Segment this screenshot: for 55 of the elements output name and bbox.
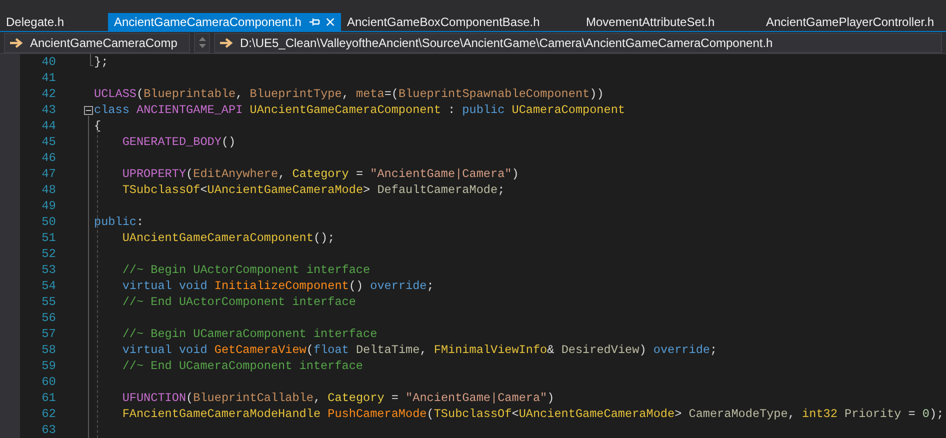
line-number: 61 [42,391,56,405]
collapse-icon[interactable] [84,106,93,115]
line-number: 52 [42,247,56,261]
code-line: public: [94,214,144,230]
code-line: virtual void GetCameraView(float DeltaTime, FMinimalViewInfo& DesiredView) override; [121,342,718,358]
line-number: 62 [42,407,56,421]
line-number: 41 [42,71,56,85]
code-line: UAncientGameCameraComponent(); [121,230,335,246]
code-line: UPROPERTY(EditAnywhere, Category = "AncientGame|Camera") [121,166,519,182]
line-number: 47 [42,167,56,181]
code-line: //~ End UCameraComponent interface [121,358,364,374]
pin-icon[interactable] [309,16,320,27]
line-number: 44 [42,119,56,133]
file-path-dropdown[interactable]: D:\UE5_Clean\ValleyoftheAncient\Source\AncientGame\Camera\AncientGameCameraComponent.h [214,32,942,53]
line-number: 56 [42,311,56,325]
arrow-right-icon [9,38,23,48]
file-tab[interactable]: MovementAttributeSet.h [580,12,760,31]
code-line: class ANCIENTGAME_API UAncientGameCameraComponent : public UCameraComponent [94,102,626,118]
line-number: 45 [42,135,56,149]
file-tab[interactable]: AncientGameCameraComponent.h [108,12,341,31]
line-number: 59 [42,359,56,373]
code-line: //~ Begin UActorComponent interface [121,262,370,278]
code-line: }; [94,54,108,70]
line-number: 51 [42,231,56,245]
line-number: 57 [42,327,56,341]
line-number: 40 [42,55,56,69]
code-line: GENERATED_BODY() [121,134,236,150]
line-number: 54 [42,279,56,293]
close-icon[interactable] [326,16,335,27]
line-number: 58 [42,343,56,357]
up-down-spinner[interactable] [194,32,210,53]
code-line: //~ Begin UCameraComponent interface [121,326,378,342]
file-tab[interactable]: AncientGamePlayerController.h [760,12,946,31]
code-line: FAncientGameCameraModeHandle PushCameraMode(TSubclassOf<UAncientGameCameraMode> CameraModeType, int32 Priority = 0); [121,406,944,422]
arrow-right-icon [219,38,233,48]
up-caret-icon [198,37,206,42]
line-number: 53 [42,263,56,277]
line-number: 60 [42,375,56,389]
down-caret-icon [198,44,206,48]
line-number: 55 [42,295,56,309]
line-number: 46 [42,151,56,165]
file-tab[interactable]: Delegate.h [0,12,108,31]
code-line: UCLASS(Blueprintable, BlueprintType, meta=(BlueprintSpawnableComponent)) [94,86,604,102]
line-number: 49 [42,199,56,213]
line-number: 43 [42,103,56,117]
line-number: 42 [42,87,56,101]
code-line: virtual void InitializeComponent() override; [121,278,434,294]
code-line: UFUNCTION(BlueprintCallable, Category = "AncientGame|Camera") [121,390,554,406]
code-line: //~ End UActorComponent interface [121,294,356,310]
line-number: 63 [42,423,56,437]
code-line: TSubclassOf<UAncientGameCameraMode> DefaultCameraMode; [121,182,505,198]
line-number: 48 [42,183,56,197]
scope-dropdown[interactable]: AncientGameCameraComp [4,32,190,53]
line-number: 50 [42,215,56,229]
file-tab[interactable]: AncientGameBoxComponentBase.h [341,12,580,31]
